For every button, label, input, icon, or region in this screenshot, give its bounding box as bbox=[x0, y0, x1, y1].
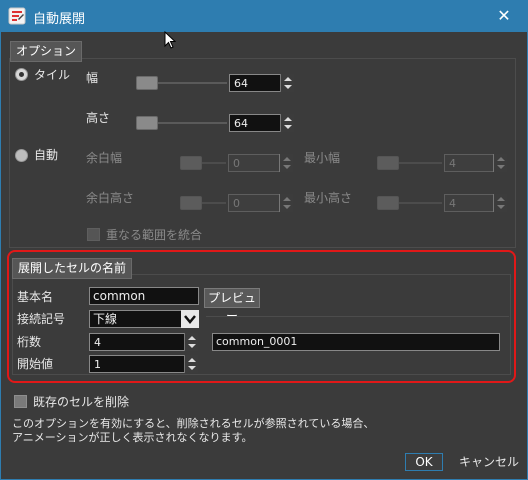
margin-width-spinner[interactable] bbox=[279, 154, 293, 172]
min-height-input[interactable]: 4 bbox=[444, 194, 494, 212]
window-title: 自動展開 bbox=[33, 12, 86, 27]
delete-existing-label: 既存のセルを削除 bbox=[33, 395, 130, 409]
start-value-spinner[interactable] bbox=[184, 355, 198, 373]
digits-label: 桁数 bbox=[17, 335, 42, 349]
min-height-label: 最小高さ bbox=[304, 191, 353, 205]
tile-radio-label: タイル bbox=[34, 68, 71, 82]
min-width-label: 最小幅 bbox=[304, 151, 341, 165]
margin-height-input[interactable]: 0 bbox=[228, 194, 280, 212]
base-name-label: 基本名 bbox=[17, 290, 54, 304]
delete-existing-checkbox[interactable] bbox=[14, 395, 27, 408]
tile-width-input[interactable]: 64 bbox=[229, 74, 281, 92]
cell-name-panel bbox=[12, 274, 511, 375]
tile-height-label: 高さ bbox=[86, 111, 111, 125]
merge-overlap-label: 重なる範囲を統合 bbox=[106, 228, 203, 242]
tile-width-slider[interactable] bbox=[136, 76, 158, 90]
ok-button[interactable]: OK bbox=[405, 453, 443, 471]
base-name-input[interactable]: common bbox=[89, 287, 199, 305]
digits-spinner[interactable] bbox=[184, 333, 198, 351]
merge-overlap-checkbox[interactable] bbox=[87, 228, 100, 241]
close-button[interactable]: ✕ bbox=[480, 0, 528, 32]
auto-radio[interactable] bbox=[15, 149, 28, 162]
mouse-cursor-icon bbox=[164, 31, 176, 49]
start-value-label: 開始値 bbox=[17, 357, 54, 371]
cell-name-section-label: 展開したセルの名前 bbox=[12, 258, 133, 279]
margin-width-input[interactable]: 0 bbox=[228, 154, 280, 172]
digits-input[interactable]: 4 bbox=[89, 333, 185, 351]
margin-width-label: 余白幅 bbox=[86, 151, 123, 165]
tile-width-label: 幅 bbox=[86, 71, 99, 85]
margin-width-slider[interactable] bbox=[180, 156, 202, 170]
connector-label: 接続記号 bbox=[17, 312, 66, 326]
tile-height-spinner[interactable] bbox=[280, 114, 294, 132]
min-width-slider[interactable] bbox=[377, 156, 399, 170]
chevron-down-icon[interactable] bbox=[181, 310, 199, 328]
divider bbox=[206, 316, 509, 317]
cancel-button[interactable]: キャンセル bbox=[459, 455, 519, 469]
min-width-spinner[interactable] bbox=[493, 154, 507, 172]
options-section-label: オプション bbox=[10, 41, 83, 62]
tile-height-input[interactable]: 64 bbox=[229, 114, 281, 132]
min-height-spinner[interactable] bbox=[493, 194, 507, 212]
tile-height-slider[interactable] bbox=[136, 116, 158, 130]
margin-height-label: 余白高さ bbox=[86, 191, 135, 205]
min-width-input[interactable]: 4 bbox=[444, 154, 494, 172]
min-height-slider[interactable] bbox=[377, 196, 399, 210]
auto-radio-label: 自動 bbox=[34, 148, 59, 162]
preview-button[interactable]: プレビュー bbox=[204, 288, 260, 323]
warning-note-line2: アニメーションが正しく表示されなくなります。 bbox=[12, 431, 253, 444]
preview-output-field: common_0001 bbox=[212, 333, 500, 351]
app-icon bbox=[8, 7, 26, 25]
start-value-input[interactable]: 1 bbox=[89, 355, 185, 373]
tile-radio[interactable] bbox=[15, 68, 28, 81]
margin-height-slider[interactable] bbox=[180, 196, 202, 210]
warning-note-line1: このオプションを有効にすると、削除されるセルが参照されている場合、 bbox=[12, 417, 375, 430]
tile-width-spinner[interactable] bbox=[280, 74, 294, 92]
margin-height-spinner[interactable] bbox=[279, 194, 293, 212]
